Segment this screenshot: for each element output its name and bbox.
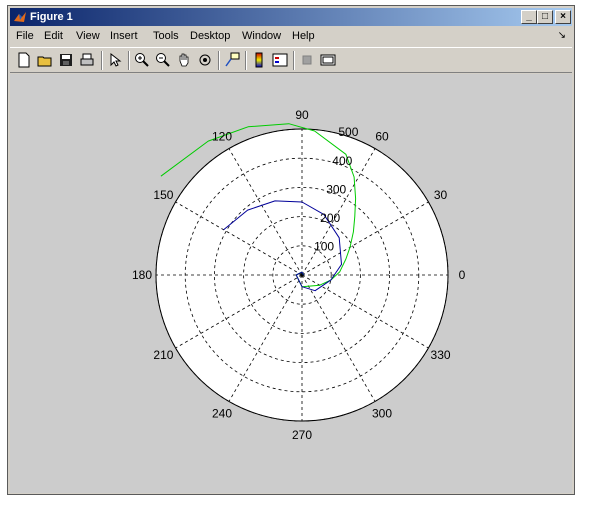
- menu-edit[interactable]: Edit: [44, 30, 63, 42]
- theta-tick-label: 210: [153, 348, 173, 362]
- menu-window[interactable]: Window: [242, 30, 281, 42]
- theta-tick-label: 30: [434, 188, 448, 202]
- theta-tick-label: 300: [372, 407, 392, 421]
- hide-plot-tools-icon[interactable]: [299, 52, 315, 68]
- menu-insert[interactable]: Insert: [110, 30, 138, 42]
- zoom-in-icon[interactable]: [134, 52, 150, 68]
- minimize-button[interactable]: _: [521, 10, 537, 24]
- colorbar-icon[interactable]: [251, 52, 267, 68]
- r-tick-label: 400: [332, 154, 352, 168]
- menu-dock-arrow-icon[interactable]: ↘: [558, 30, 566, 41]
- toolbar-separator: [218, 51, 220, 70]
- theta-tick-label: 150: [153, 188, 173, 202]
- theta-tick-label: 60: [375, 129, 389, 143]
- menu-file[interactable]: File: [16, 30, 34, 42]
- save-icon[interactable]: [58, 52, 74, 68]
- r-tick-label: 500: [338, 125, 358, 139]
- theta-tick-label: 90: [295, 108, 309, 122]
- theta-tick-label: 240: [212, 407, 232, 421]
- data-cursor-icon[interactable]: [224, 52, 240, 68]
- matlab-logo-icon: [14, 12, 26, 22]
- rotate-3d-icon[interactable]: [197, 52, 213, 68]
- menu-desktop[interactable]: Desktop: [190, 30, 230, 42]
- polar-plot[interactable]: 0 30 60 90 120 150 180 210 240 270 300 330 100 200 300…: [10, 74, 572, 493]
- new-figure-icon[interactable]: [16, 52, 32, 68]
- toolbar-separator: [128, 51, 130, 70]
- toolbar: [10, 47, 572, 73]
- figure-canvas: 0 30 60 90 120 150 180 210 240 270 300 330 100 200 300…: [10, 74, 572, 493]
- open-file-icon[interactable]: [37, 52, 53, 68]
- menu-tools[interactable]: Tools: [153, 30, 179, 42]
- r-tick-label: 200: [320, 211, 340, 225]
- title-bar[interactable]: Figure 1 _ □ ×: [10, 8, 572, 26]
- r-tick-label: 300: [326, 182, 346, 196]
- theta-tick-label: 180: [132, 268, 152, 282]
- theta-tick-label: 120: [212, 129, 232, 143]
- toolbar-separator: [293, 51, 295, 70]
- zoom-out-icon[interactable]: [155, 52, 171, 68]
- legend-icon[interactable]: [272, 52, 288, 68]
- theta-tick-label: 270: [292, 428, 312, 442]
- toolbar-separator: [101, 51, 103, 70]
- pan-hand-icon[interactable]: [176, 52, 192, 68]
- print-icon[interactable]: [79, 52, 95, 68]
- r-tick-label: 100: [314, 239, 334, 253]
- theta-tick-label: 0: [459, 268, 466, 282]
- close-button[interactable]: ×: [555, 10, 571, 24]
- toolbar-separator: [245, 51, 247, 70]
- maximize-button[interactable]: □: [537, 10, 553, 24]
- menu-help[interactable]: Help: [292, 30, 315, 42]
- menu-view[interactable]: View: [76, 30, 100, 42]
- menu-bar: File Edit View Insert Tools Desktop Wind…: [10, 28, 572, 46]
- show-plot-tools-icon[interactable]: [320, 52, 336, 68]
- window-title: Figure 1: [30, 11, 73, 23]
- figure-window: Figure 1 _ □ × File Edit View Insert Too…: [7, 5, 575, 495]
- edit-plot-arrow-icon[interactable]: [107, 52, 123, 68]
- theta-tick-label: 330: [431, 348, 451, 362]
